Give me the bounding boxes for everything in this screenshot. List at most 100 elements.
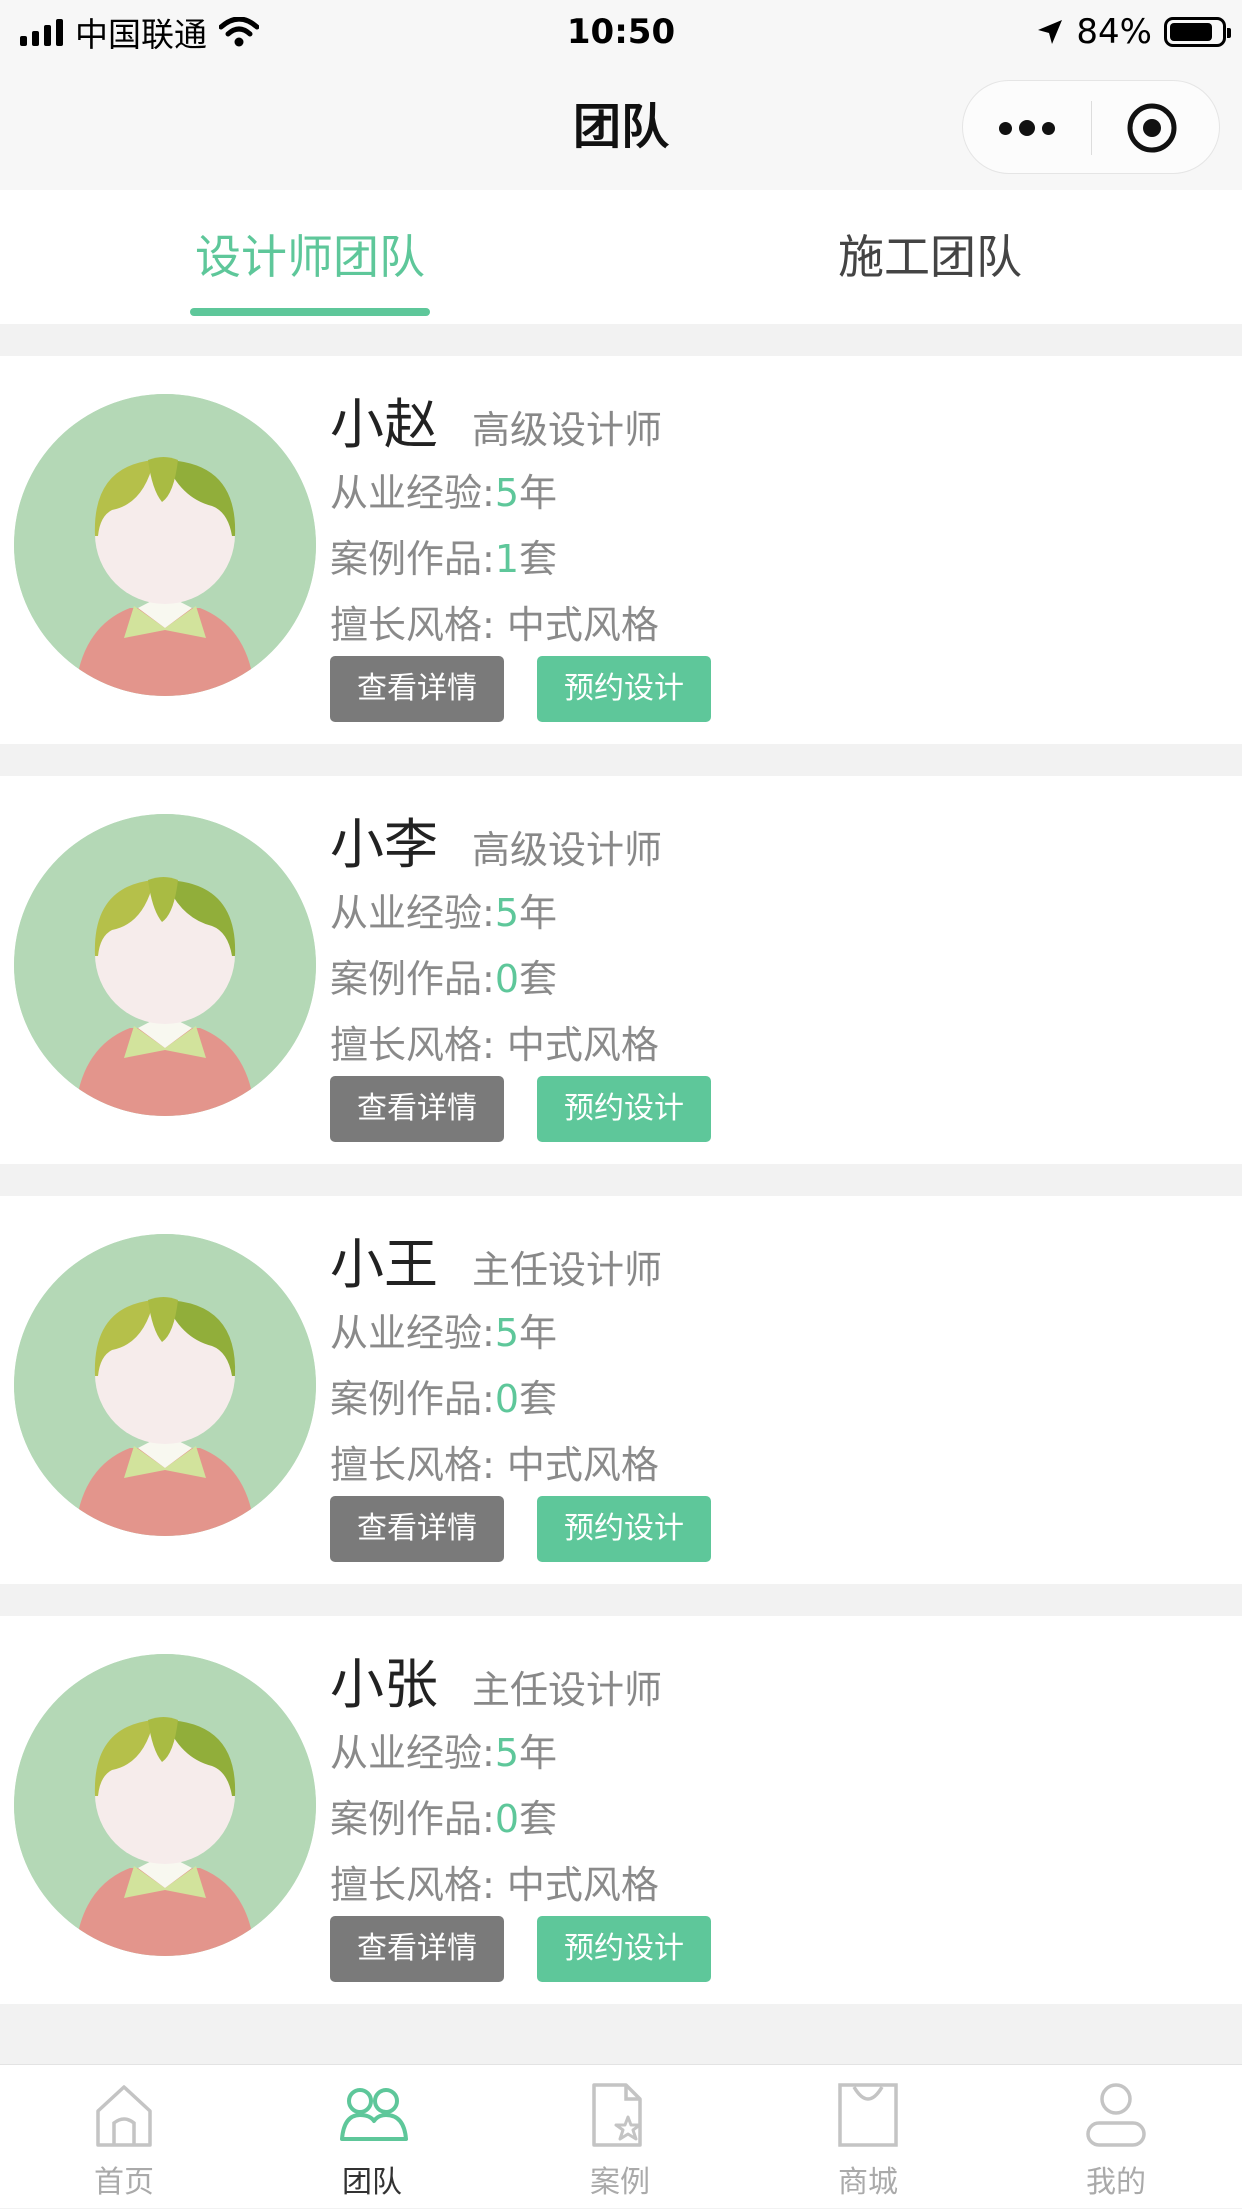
tab-designer-team[interactable]: 设计师团队 <box>130 190 490 324</box>
experience-unit: 年 <box>519 471 558 515</box>
designer-info: 小赵 高级设计师 从业经验:5年 案例作品:1套 擅长风格: 中式风格 查看详情… <box>330 390 1230 726</box>
avatar <box>14 1234 316 1536</box>
name-row: 小赵 高级设计师 <box>330 390 1230 460</box>
designer-name: 小赵 <box>330 393 438 456</box>
experience-row: 从业经验:5年 <box>330 1300 1230 1366</box>
name-row: 小王 主任设计师 <box>330 1230 1230 1300</box>
style-value: 中式风格 <box>506 603 659 647</box>
name-row: 小李 高级设计师 <box>330 810 1230 880</box>
avatar-illustration <box>14 394 316 696</box>
team-icon <box>340 2088 408 2141</box>
book-design-button[interactable]: 预约设计 <box>537 656 711 722</box>
tabbar-item-home[interactable]: 首页 <box>0 2065 248 2209</box>
view-details-button[interactable]: 查看详情 <box>330 1916 504 1982</box>
designer-title: 高级设计师 <box>472 408 663 452</box>
cases-label: 案例作品: <box>330 537 495 581</box>
style-value: 中式风格 <box>506 1023 659 1067</box>
experience-value: 5 <box>494 1311 519 1355</box>
cases-unit: 套 <box>519 1377 558 1421</box>
view-details-button[interactable]: 查看详情 <box>330 1076 504 1142</box>
tabbar-item-shop[interactable]: 商城 <box>744 2065 992 2209</box>
style-row: 擅长风格: 中式风格 <box>330 592 1230 658</box>
experience-label: 从业经验: <box>330 471 495 515</box>
designer-title: 主任设计师 <box>472 1668 663 1712</box>
designer-info: 小王 主任设计师 从业经验:5年 案例作品:0套 擅长风格: 中式风格 查看详情… <box>330 1230 1230 1566</box>
card-actions: 查看详情 预约设计 <box>330 1076 1230 1146</box>
designer-card: 小李 高级设计师 从业经验:5年 案例作品:0套 擅长风格: 中式风格 查看详情… <box>0 776 1242 1164</box>
designer-card: 小张 主任设计师 从业经验:5年 案例作品:0套 擅长风格: 中式风格 查看详情… <box>0 1616 1242 2004</box>
mini-program-capsule <box>962 80 1220 174</box>
cases-row: 案例作品:0套 <box>330 1786 1230 1852</box>
case-icon <box>592 2083 642 2147</box>
experience-value: 5 <box>494 1731 519 1775</box>
capsule-divider <box>1091 101 1092 155</box>
experience-unit: 年 <box>519 1731 558 1775</box>
tabbar-item-team[interactable]: 团队 <box>248 2065 496 2209</box>
experience-value: 5 <box>494 471 519 515</box>
tabbar-item-mine[interactable]: 我的 <box>992 2065 1240 2209</box>
cases-label: 案例作品: <box>330 1377 495 1421</box>
cases-unit: 套 <box>519 957 558 1001</box>
shop-bag-icon <box>838 2083 898 2147</box>
book-design-button[interactable]: 预约设计 <box>537 1496 711 1562</box>
tabbar-label: 团队 <box>342 2165 402 2200</box>
designer-info: 小李 高级设计师 从业经验:5年 案例作品:0套 擅长风格: 中式风格 查看详情… <box>330 810 1230 1146</box>
team-tabs: 设计师团队 施工团队 <box>0 190 1242 324</box>
more-options-icon[interactable] <box>997 99 1057 157</box>
experience-row: 从业经验:5年 <box>330 1720 1230 1786</box>
style-label: 擅长风格: <box>330 603 495 647</box>
avatar-illustration <box>14 814 316 1116</box>
designer-card: 小王 主任设计师 从业经验:5年 案例作品:0套 擅长风格: 中式风格 查看详情… <box>0 1196 1242 1584</box>
profile-icon <box>1086 2083 1146 2147</box>
battery-icon <box>1164 17 1231 47</box>
book-design-button[interactable]: 预约设计 <box>537 1916 711 1982</box>
avatar-illustration <box>14 1234 316 1536</box>
cases-row: 案例作品:1套 <box>330 526 1230 592</box>
experience-unit: 年 <box>519 1311 558 1355</box>
cases-value: 0 <box>494 957 519 1001</box>
location-arrow-icon <box>1038 20 1063 44</box>
style-row: 擅长风格: 中式风格 <box>330 1432 1230 1498</box>
style-value: 中式风格 <box>506 1863 659 1907</box>
designer-info: 小张 主任设计师 从业经验:5年 案例作品:0套 擅长风格: 中式风格 查看详情… <box>330 1650 1230 1986</box>
tab-construction-team[interactable]: 施工团队 <box>750 190 1110 324</box>
style-label: 擅长风格: <box>330 1023 495 1067</box>
designer-card: 小赵 高级设计师 从业经验:5年 案例作品:1套 擅长风格: 中式风格 查看详情… <box>0 356 1242 744</box>
home-icon <box>96 2085 152 2147</box>
cases-unit: 套 <box>519 1797 558 1841</box>
cases-label: 案例作品: <box>330 1797 495 1841</box>
cases-row: 案例作品:0套 <box>330 1366 1230 1432</box>
style-label: 擅长风格: <box>330 1863 495 1907</box>
style-label: 擅长风格: <box>330 1443 495 1487</box>
battery-percentage: 84% <box>1076 12 1152 52</box>
designer-name: 小张 <box>330 1653 438 1716</box>
tabbar-label: 首页 <box>94 2165 154 2200</box>
experience-unit: 年 <box>519 891 558 935</box>
designer-name: 小李 <box>330 813 438 876</box>
experience-value: 5 <box>494 891 519 935</box>
avatar <box>14 1654 316 1956</box>
cases-label: 案例作品: <box>330 957 495 1001</box>
card-actions: 查看详情 预约设计 <box>330 1916 1230 1986</box>
book-design-button[interactable]: 预约设计 <box>537 1076 711 1142</box>
bottom-tab-bar: 首页 团队 案例 商城 我的 <box>0 2064 1242 2208</box>
close-target-icon[interactable] <box>1125 101 1179 155</box>
experience-label: 从业经验: <box>330 1311 495 1355</box>
experience-label: 从业经验: <box>330 891 495 935</box>
experience-label: 从业经验: <box>330 1731 495 1775</box>
view-details-button[interactable]: 查看详情 <box>330 1496 504 1562</box>
tabbar-label: 商城 <box>838 2165 898 2200</box>
experience-row: 从业经验:5年 <box>330 880 1230 946</box>
style-value: 中式风格 <box>506 1443 659 1487</box>
tabbar-label: 案例 <box>590 2165 650 2200</box>
cases-row: 案例作品:0套 <box>330 946 1230 1012</box>
tabbar-item-cases[interactable]: 案例 <box>496 2065 744 2209</box>
cases-value: 0 <box>494 1797 519 1841</box>
tabbar-label: 我的 <box>1086 2165 1146 2200</box>
view-details-button[interactable]: 查看详情 <box>330 656 504 722</box>
card-actions: 查看详情 预约设计 <box>330 656 1230 726</box>
status-right: 84% <box>1036 6 1231 58</box>
navigation-bar: 团队 <box>0 64 1242 190</box>
avatar <box>14 814 316 1116</box>
designer-title: 主任设计师 <box>472 1248 663 1292</box>
